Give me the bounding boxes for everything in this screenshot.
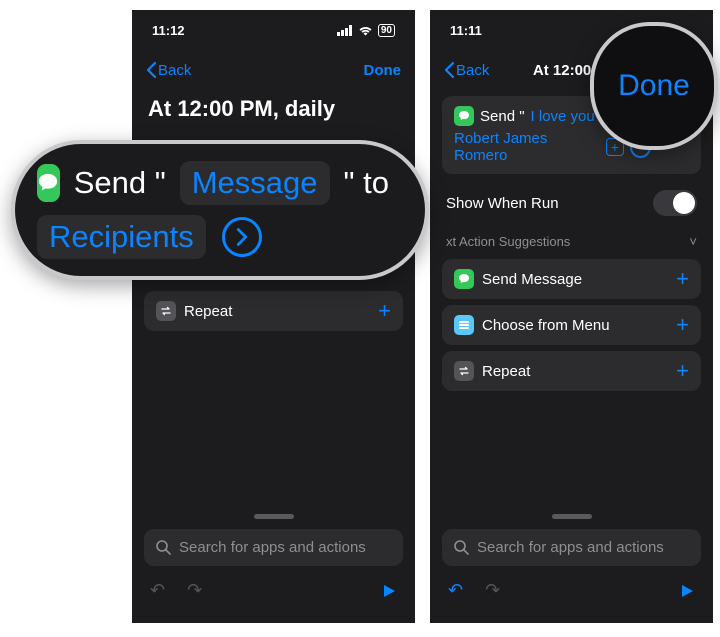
messages-app-icon: [454, 106, 474, 126]
bottom-panel: Search for apps and actions ↶ ↷: [430, 504, 713, 623]
battery-icon: 90: [378, 24, 395, 37]
zoom-callout-send-action: Send " Message " to Recipients: [11, 140, 429, 280]
back-label: Back: [158, 62, 191, 79]
add-action-button[interactable]: +: [378, 298, 391, 324]
search-input[interactable]: Search for apps and actions: [442, 529, 701, 566]
recipient-token[interactable]: Robert James Romero: [454, 130, 600, 164]
messages-app-icon: [37, 164, 60, 202]
drag-handle[interactable]: [552, 514, 592, 519]
suggestion-label: Repeat: [184, 303, 232, 320]
run-button[interactable]: [679, 583, 695, 599]
show-when-run-label: Show When Run: [446, 195, 559, 212]
signal-icon: [337, 25, 353, 36]
done-button[interactable]: Done: [363, 62, 401, 79]
expand-action-button[interactable]: [222, 217, 262, 257]
message-token[interactable]: I love you: [531, 108, 595, 125]
messages-app-icon: [454, 269, 474, 289]
repeat-icon: [156, 301, 176, 321]
message-token[interactable]: Message: [180, 161, 330, 205]
repeat-icon: [454, 361, 474, 381]
suggestions-header-text: xt Action Suggestions: [446, 234, 570, 249]
suggestion-label: Send Message: [482, 271, 582, 288]
suggestion-repeat[interactable]: Repeat +: [442, 351, 701, 391]
undo-button[interactable]: ↶: [448, 580, 463, 601]
chevron-left-icon: [146, 62, 156, 78]
suggestion-send-message[interactable]: Send Message +: [442, 259, 701, 299]
zoom-callout-done: Done: [590, 22, 718, 150]
bottom-panel: Search for apps and actions ↶ ↷: [132, 504, 415, 623]
send-suffix: " to: [344, 165, 389, 201]
send-prefix: Send ": [480, 108, 525, 125]
toolbar: ↶ ↷: [442, 566, 701, 607]
status-bar: 11:12 90: [132, 10, 415, 50]
search-input[interactable]: Search for apps and actions: [144, 529, 403, 566]
menu-icon: [454, 315, 474, 335]
section-header-suggestions: xt Action Suggestions ˅: [430, 220, 713, 253]
search-icon: [454, 540, 469, 555]
page-title: At 12:00 PM, daily: [132, 90, 415, 128]
status-time: 11:11: [450, 23, 482, 38]
suggestion-choose-from-menu[interactable]: Choose from Menu +: [442, 305, 701, 345]
drag-handle[interactable]: [254, 514, 294, 519]
send-prefix: Send ": [74, 165, 166, 201]
collapse-icon[interactable]: ˅: [689, 234, 697, 249]
back-label: Back: [456, 62, 489, 79]
show-when-run-toggle[interactable]: [653, 190, 697, 216]
phone-screenshot-left: 11:12 90 Back Done At 12:00 PM, daily Ne…: [132, 10, 415, 623]
add-action-button[interactable]: +: [676, 312, 689, 338]
suggestion-repeat[interactable]: Repeat +: [144, 291, 403, 331]
undo-button[interactable]: ↶: [150, 580, 165, 601]
back-button[interactable]: Back: [444, 62, 489, 79]
search-placeholder: Search for apps and actions: [179, 539, 366, 556]
add-action-button[interactable]: +: [676, 358, 689, 384]
done-button[interactable]: Done: [618, 69, 690, 103]
redo-button[interactable]: ↷: [485, 580, 500, 601]
toolbar: ↶ ↷: [144, 566, 403, 607]
wifi-icon: [358, 25, 373, 36]
show-when-run-row: Show When Run: [430, 180, 713, 220]
redo-button[interactable]: ↷: [187, 580, 202, 601]
status-right: 90: [337, 24, 395, 37]
status-time: 11:12: [152, 23, 185, 38]
suggestion-label: Repeat: [482, 363, 530, 380]
search-icon: [156, 540, 171, 555]
nav-bar: Back Done: [132, 50, 415, 90]
recipients-token[interactable]: Recipients: [37, 215, 206, 259]
add-action-button[interactable]: +: [676, 266, 689, 292]
chevron-left-icon: [444, 62, 454, 78]
run-button[interactable]: [381, 583, 397, 599]
back-button[interactable]: Back: [146, 62, 191, 79]
suggestion-label: Choose from Menu: [482, 317, 610, 334]
search-placeholder: Search for apps and actions: [477, 539, 664, 556]
